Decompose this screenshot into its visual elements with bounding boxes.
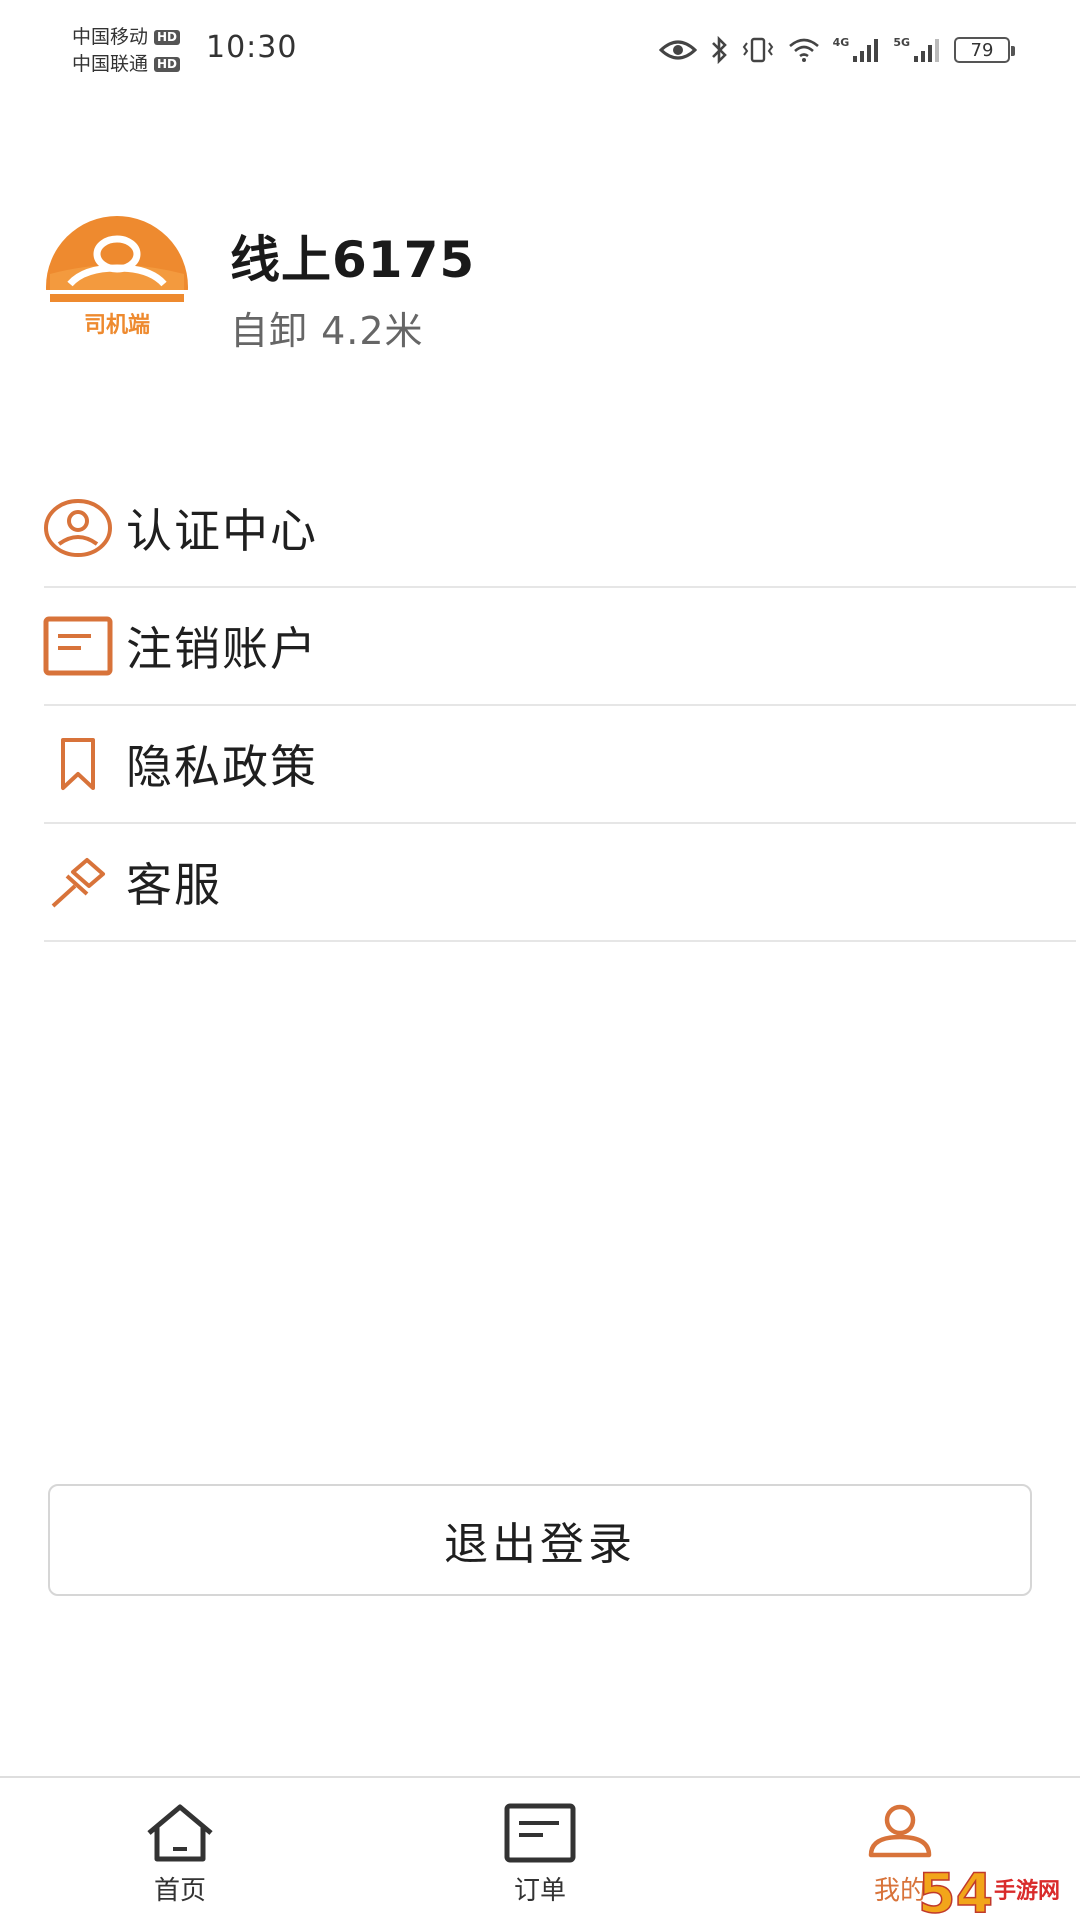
signal-icon: [912, 36, 942, 64]
menu-item-privacy-policy[interactable]: 隐私政策: [44, 706, 1076, 824]
bookmark-icon: [42, 728, 114, 800]
status-bar: 中国移动 HD 中国联通 HD 10:30 4G 5G 79: [0, 0, 1080, 100]
carrier-1-label: 中国移动: [72, 26, 149, 48]
nav-item-home[interactable]: 首页: [80, 1778, 280, 1920]
network-4g-label: 4G: [832, 35, 850, 49]
menu-item-delete-account[interactable]: 注销账户: [42, 588, 1076, 706]
network-5g-label: 5G: [893, 35, 910, 49]
watermark-text: 手游网: [994, 1878, 1060, 1904]
nav-label: 首页: [153, 1876, 206, 1906]
vehicle-info: 自卸 4.2米: [230, 309, 424, 353]
watermark-logo: 54: [918, 1862, 993, 1920]
profile-header: 司机端 线上6175 自卸 4.2米: [44, 210, 1034, 360]
wifi-icon: [787, 36, 821, 64]
status-icons: 4G 5G 79: [658, 32, 1015, 68]
carrier-info: 中国移动 HD 中国联通 HD: [72, 24, 181, 78]
battery-level: 79: [970, 39, 994, 61]
carrier-2-label: 中国联通: [72, 53, 149, 75]
settings-menu: 认证中心 注销账户 隐私政策 客服: [42, 470, 1076, 942]
menu-item-label: 客服: [126, 858, 222, 912]
menu-item-label: 隐私政策: [126, 740, 318, 794]
menu-item-label: 认证中心: [126, 504, 318, 558]
menu-item-certification[interactable]: 认证中心: [44, 470, 1076, 588]
bluetooth-icon: [709, 35, 729, 65]
nav-item-orders[interactable]: 订单: [440, 1778, 640, 1920]
hd-badge: HD: [154, 30, 181, 45]
battery-icon: 79: [954, 37, 1015, 63]
driver-name: 线上6175: [230, 231, 476, 289]
menu-item-customer-service[interactable]: 客服: [44, 824, 1076, 942]
menu-item-label: 注销账户: [126, 622, 318, 676]
user-circle-icon: [42, 492, 114, 564]
nav-label: 订单: [513, 1876, 566, 1906]
order-icon: [503, 1800, 577, 1866]
signal-icon: [851, 36, 881, 64]
document-icon: [42, 610, 114, 682]
vibrate-icon: [741, 36, 775, 64]
pin-icon: [42, 846, 114, 918]
site-watermark: 54 手游网: [916, 1858, 1076, 1920]
hd-badge: HD: [154, 57, 181, 72]
app-logo: 司机端: [44, 214, 190, 360]
logout-button[interactable]: 退出登录: [48, 1484, 1032, 1596]
status-time: 10:30: [206, 30, 298, 65]
home-icon: [143, 1800, 217, 1866]
logo-text: 司机端: [84, 313, 150, 338]
person-icon: [863, 1800, 937, 1866]
eye-icon: [658, 38, 697, 62]
